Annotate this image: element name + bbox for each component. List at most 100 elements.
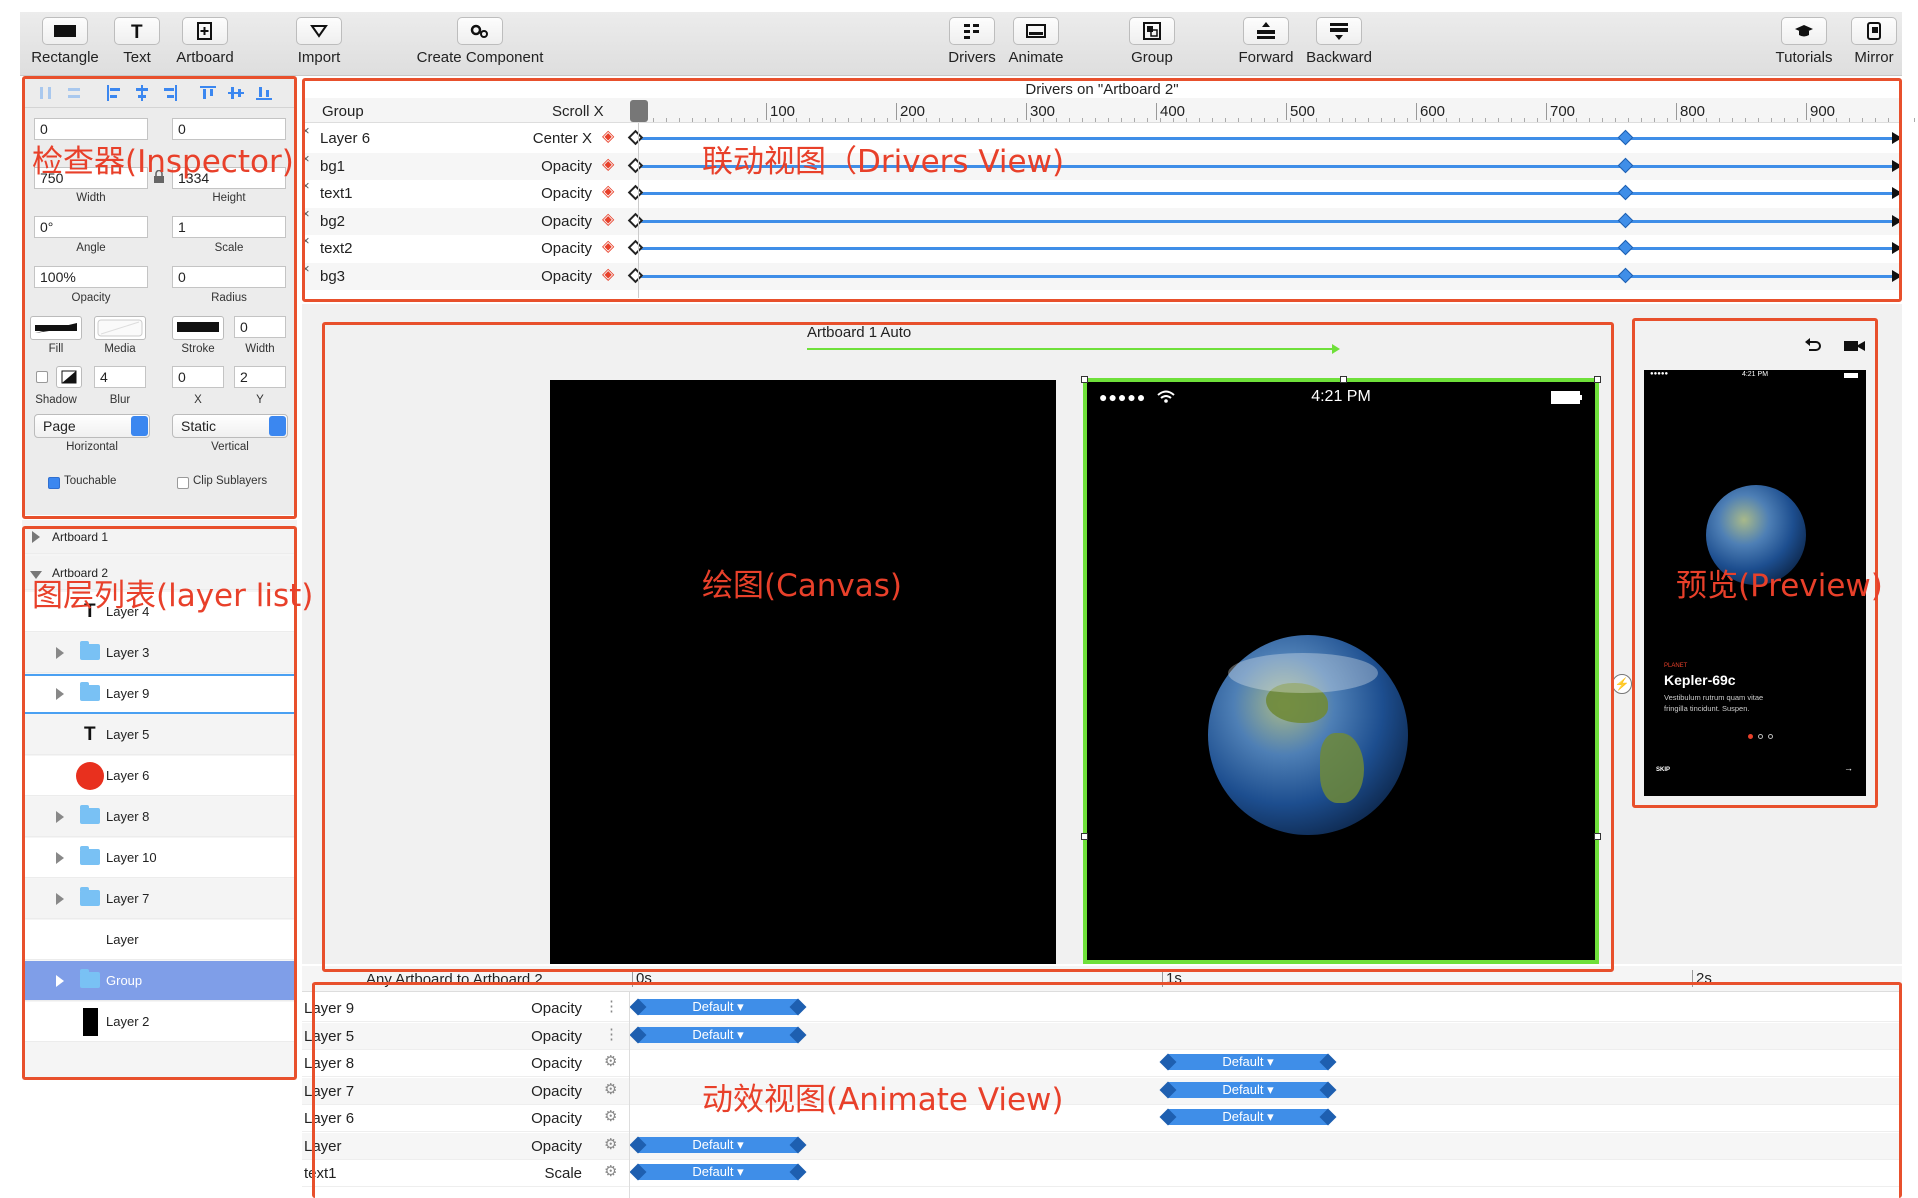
vertical-select[interactable]: Static	[172, 414, 288, 438]
disclosure-triangle-icon[interactable]	[56, 688, 64, 700]
fill-swatch[interactable]	[30, 316, 82, 340]
driver-row[interactable]: × bg3 Opacity ◈	[302, 261, 1902, 290]
animation-bar[interactable]: Default ▾	[638, 999, 798, 1015]
remove-x-icon[interactable]: ×	[302, 123, 310, 138]
animation-bar[interactable]: Default ▾	[1168, 1109, 1328, 1125]
layer-row[interactable]: Layer 9	[22, 674, 297, 714]
driver-link-icon[interactable]: ⋮	[604, 997, 619, 1015]
backward-button[interactable]: Backward	[1304, 17, 1374, 66]
stroke-swatch[interactable]	[172, 316, 224, 340]
keyframe-add-icon[interactable]: ◈	[602, 236, 614, 256]
driver-row[interactable]: × text2 Opacity ◈	[302, 233, 1902, 262]
animation-bar[interactable]: Default ▾	[638, 1136, 798, 1153]
settings-gear-icon[interactable]: ⚙	[604, 1052, 617, 1070]
resize-handle[interactable]	[1594, 376, 1601, 383]
align-center-h-icon[interactable]	[134, 85, 150, 101]
remove-x-icon[interactable]: ×	[302, 261, 310, 276]
layer-row[interactable]: Group	[22, 961, 297, 1001]
remove-x-icon[interactable]: ×	[302, 151, 310, 166]
align-bottom-icon[interactable]	[256, 85, 272, 101]
keyframe-mid[interactable]	[1617, 129, 1634, 146]
disclosure-triangle-icon[interactable]	[56, 647, 64, 659]
create-component-button[interactable]: Create Component	[410, 17, 550, 66]
driver-row[interactable]: × bg2 Opacity ◈	[302, 206, 1902, 235]
keyframe-start[interactable]	[627, 239, 644, 256]
angle-field[interactable]: 0°	[34, 216, 148, 238]
record-video-icon[interactable]	[1844, 340, 1866, 352]
keyframe-start[interactable]	[627, 157, 644, 173]
opacity-field[interactable]: 100%	[34, 266, 148, 288]
artboard-1[interactable]	[550, 380, 1056, 964]
keyframe-start[interactable]	[627, 267, 644, 283]
touchable-checkbox[interactable]	[48, 477, 60, 489]
layer-row[interactable]: Layer	[22, 920, 297, 960]
settings-gear-icon[interactable]: ⚙	[604, 1080, 617, 1098]
layer-row[interactable]: Layer 10	[22, 838, 297, 878]
keyframe-add-icon[interactable]: ◈	[602, 154, 614, 174]
remove-x-icon[interactable]: ×	[302, 206, 310, 221]
align-middle-v-icon[interactable]	[228, 85, 244, 101]
animate-row[interactable]: Layer Opacity ⚙ Default ▾	[302, 1132, 1902, 1160]
animate-row[interactable]: Layer 8 Opacity ⚙ Default ▾	[302, 1050, 1902, 1077]
animate-button[interactable]: Animate	[1004, 17, 1068, 66]
shadow-color-swatch[interactable]	[56, 366, 82, 388]
animation-bar[interactable]: Default ▾	[1168, 1081, 1328, 1098]
scale-field[interactable]: 1	[172, 216, 286, 238]
shadow-checkbox[interactable]	[36, 371, 48, 383]
driver-row[interactable]: × Layer 6 Center X ◈	[302, 123, 1902, 152]
align-top-icon[interactable]	[200, 85, 216, 101]
layer-row[interactable]: Layer 7	[22, 879, 297, 919]
artboard-button[interactable]: Artboard	[170, 17, 240, 66]
align-left-icon[interactable]	[106, 85, 122, 101]
drivers-button[interactable]: Drivers	[942, 17, 1002, 66]
artboard-2[interactable]: ●●●●● 4:21 PM	[1083, 378, 1599, 964]
layer-row[interactable]: Layer 2	[22, 1002, 297, 1042]
settings-gear-icon[interactable]: ⚙	[604, 1135, 617, 1153]
driver-prop-label[interactable]: Scroll X	[552, 103, 604, 120]
layer-row[interactable]: Layer 3	[22, 633, 297, 673]
layer-row[interactable]: T Layer 5	[22, 715, 297, 755]
remove-x-icon[interactable]: ×	[302, 178, 310, 193]
resize-handle[interactable]	[1340, 376, 1347, 383]
text-button[interactable]: T Text	[112, 17, 162, 66]
keyframe-start[interactable]	[627, 212, 644, 228]
horizontal-select[interactable]: Page	[34, 414, 150, 438]
distribute-horizontal-icon[interactable]	[38, 85, 54, 101]
distribute-vertical-icon[interactable]	[66, 85, 82, 101]
keyframe-start[interactable]	[627, 184, 644, 201]
driver-layer-label[interactable]: Group	[322, 103, 364, 120]
group-button[interactable]: Group	[1120, 17, 1184, 66]
disclosure-triangle-icon[interactable]	[32, 531, 40, 543]
rectangle-button[interactable]: Rectangle	[30, 17, 100, 66]
next-arrow-icon[interactable]: →	[1844, 763, 1853, 773]
keyframe-mid[interactable]	[1617, 212, 1634, 228]
settings-gear-icon[interactable]: ⚙	[604, 1107, 617, 1125]
keyframe-add-icon[interactable]: ◈	[602, 126, 614, 146]
keyframe-add-icon[interactable]: ◈	[602, 181, 614, 201]
shadow-y-field[interactable]: 2	[234, 366, 286, 388]
forward-button[interactable]: Forward	[1234, 17, 1298, 66]
shadow-x-field[interactable]: 0	[172, 366, 224, 388]
stroke-width-field[interactable]: 0	[234, 316, 286, 338]
keyframe-mid[interactable]	[1617, 239, 1634, 256]
import-button[interactable]: Import	[294, 17, 344, 66]
animate-row[interactable]: text1 Scale ⚙ Default ▾	[302, 1160, 1902, 1187]
driver-row[interactable]: × bg1 Opacity ◈	[302, 151, 1902, 180]
disclosure-triangle-icon[interactable]	[56, 893, 64, 905]
media-swatch[interactable]	[94, 316, 146, 340]
disclosure-triangle-icon[interactable]	[56, 811, 64, 823]
disclosure-triangle-icon[interactable]	[56, 852, 64, 864]
layer-row[interactable]: Layer 6	[22, 756, 297, 796]
connection-bolt-icon[interactable]: ⚡	[1612, 674, 1632, 694]
radius-field[interactable]: 0	[172, 266, 286, 288]
playhead-handle[interactable]	[630, 100, 648, 122]
animate-row[interactable]: Layer 7 Opacity ⚙ Default ▾	[302, 1077, 1902, 1105]
disclosure-triangle-icon[interactable]	[56, 975, 64, 987]
layer-row[interactable]: Layer 8	[22, 797, 297, 837]
tutorials-button[interactable]: Tutorials	[1772, 17, 1836, 66]
driver-link-icon[interactable]: ⋮	[604, 1025, 619, 1043]
keyframe-mid[interactable]	[1617, 184, 1634, 201]
resize-handle[interactable]	[1081, 376, 1088, 383]
resize-handle[interactable]	[1594, 833, 1601, 840]
animation-bar[interactable]: Default ▾	[638, 1164, 798, 1180]
